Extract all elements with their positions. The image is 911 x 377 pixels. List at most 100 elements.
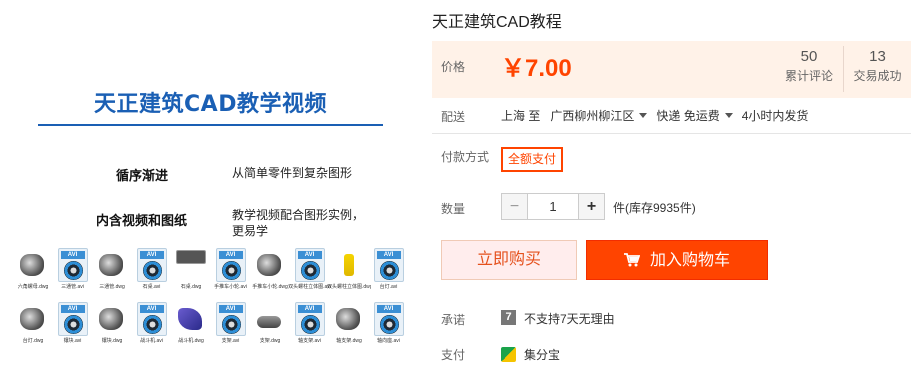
file-thumbnail: AVI 镶块.avi [54, 302, 92, 348]
shipping-method-text: 快递 免运费 [656, 109, 720, 123]
review-count: 50 [800, 48, 818, 65]
file-label: 石桌.avi [142, 284, 161, 290]
cad-drawing-icon [257, 254, 281, 276]
file-label: 战斗机.avi [140, 338, 163, 344]
file-thumbnail: 石桌.dwg [172, 248, 210, 294]
file-thumbnail: AVI 支架.avi [212, 302, 250, 348]
file-label: 石桌.dwg [180, 284, 202, 290]
quantity-decrease-button[interactable]: − [502, 194, 528, 219]
file-thumbnail: 轴支架.dwg [330, 302, 368, 348]
avi-file-icon: AVI [373, 302, 404, 336]
price-label: 价格 [441, 60, 466, 74]
quantity-input[interactable]: 1 [528, 194, 578, 219]
delivery-row: 上海 至 广西柳州柳江区 快递 免运费 4小时内发货 [501, 107, 808, 124]
cad-drawing-icon [99, 254, 123, 276]
file-label: 三通管.dwg [99, 284, 125, 290]
file-thumbnail: 支架.dwg [251, 302, 289, 348]
file-label: 双头螺柱立体图.dwg [327, 284, 371, 290]
file-thumbnail: 台灯.dwg [14, 302, 52, 348]
avi-file-icon: AVI [373, 248, 404, 282]
seven-day-icon: 7 [501, 310, 516, 325]
hero-divider [38, 124, 383, 126]
avi-file-icon: AVI [136, 302, 167, 336]
product-title: 天正建筑CAD教程 [432, 14, 562, 31]
file-label: 六角螺母.dwg [17, 284, 49, 290]
cad-drawing-icon [344, 254, 354, 276]
file-thumbnail: 战斗机.dwg [172, 302, 210, 348]
file-thumbnail: AVI 台灯.avi [370, 248, 408, 294]
payment-option-full[interactable]: 全额支付 [501, 147, 564, 172]
cad-drawing-icon [99, 308, 123, 330]
section-divider [432, 133, 911, 134]
file-label: 镶块.avi [63, 338, 82, 344]
avi-file-icon: AVI [57, 248, 88, 282]
cad-drawing-icon [178, 308, 202, 330]
file-thumbnail: 六角螺母.dwg [14, 248, 52, 294]
add-to-cart-label: 加入购物车 [649, 252, 730, 269]
pay-methods-text: 集分宝 [524, 348, 561, 362]
file-thumbnail: 双头螺柱立体图.dwg [327, 248, 371, 294]
feature-desc-2: 教学视频配合图形实例， 更易学 [232, 208, 365, 238]
file-label: 战斗机.dwg [178, 338, 204, 344]
quantity-label: 数量 [441, 202, 466, 216]
file-label: 双头螺柱立体图.avi [288, 284, 331, 290]
shopping-cart-icon [623, 253, 640, 267]
avi-file-icon: AVI [294, 248, 325, 282]
ship-to-selector[interactable]: 广西柳州柳江区 [550, 107, 656, 124]
file-label: 轴向座.avi [377, 338, 400, 344]
chevron-down-icon [639, 113, 648, 119]
hero-title: 天正建筑CAD教学视频 [94, 92, 327, 117]
pay-methods-label: 支付 [441, 348, 466, 362]
stock-info: 件(库存9935件) [613, 201, 696, 215]
cad-drawing-icon [176, 250, 206, 264]
file-thumbnail: AVI 三通管.avi [54, 248, 92, 294]
payment-label: 付款方式 [441, 150, 490, 164]
add-to-cart-button[interactable]: 加入购物车 [586, 240, 768, 280]
quantity-increase-button[interactable]: + [578, 194, 604, 219]
sales-stats: 50 累计评论 13 交易成功 [775, 46, 911, 92]
cad-drawing-icon [336, 308, 360, 330]
quantity-stepper: − 1 + [501, 193, 605, 220]
avi-file-icon: AVI [57, 302, 88, 336]
feature-title-1: 循序渐进 [116, 169, 169, 184]
cad-drawing-icon [20, 308, 44, 330]
buy-now-button[interactable]: 立即购买 [441, 240, 577, 280]
file-thumbnail: AVI 手推车小轮.avi [212, 248, 250, 294]
file-thumbnail: AVI 轴支架.avi [291, 302, 329, 348]
file-label: 支架.avi [221, 338, 240, 344]
file-label: 手推车小轮.dwg [252, 284, 288, 290]
ship-from: 上海 至 [501, 109, 541, 123]
file-label: 台灯.avi [379, 284, 398, 290]
file-thumbnail: AVI 轴向座.avi [370, 302, 408, 348]
review-count-stat[interactable]: 50 累计评论 [775, 46, 843, 92]
promise-label: 承诺 [441, 313, 466, 327]
avi-file-icon: AVI [215, 302, 246, 336]
avi-file-icon: AVI [136, 248, 167, 282]
file-label: 三通管.avi [61, 284, 84, 290]
transaction-count-caption: 交易成功 [853, 69, 902, 83]
file-label: 轴支架.dwg [336, 338, 362, 344]
file-label: 手推车小轮.avi [214, 284, 247, 290]
shipping-method-selector[interactable]: 快递 免运费 [656, 107, 741, 124]
product-main-image[interactable]: 天正建筑CAD教学视频 循序渐进 从简单零件到复杂图形 内含视频和图纸 教学视频… [0, 0, 420, 377]
ship-time: 4小时内发货 [741, 109, 809, 123]
file-thumbnail: 三通管.dwg [93, 248, 131, 294]
transaction-count: 13 [869, 48, 886, 65]
feature-title-2: 内含视频和图纸 [96, 214, 188, 229]
feature-desc-1: 从简单零件到复杂图形 [232, 166, 353, 180]
jifenbao-icon [501, 347, 516, 362]
avi-file-icon: AVI [294, 302, 325, 336]
promise-text[interactable]: 不支持7天无理由 [524, 310, 615, 327]
transaction-count-stat: 13 交易成功 [843, 46, 911, 92]
delivery-label: 配送 [441, 110, 466, 124]
file-thumbnail: AVI 双头螺柱立体图.avi [288, 248, 331, 294]
ship-to-text: 广西柳州柳江区 [550, 109, 635, 123]
file-label: 台灯.dwg [22, 338, 44, 344]
cad-drawing-icon [257, 316, 281, 328]
chevron-down-icon [724, 113, 733, 119]
file-thumbnail: AVI 战斗机.avi [133, 302, 171, 348]
avi-file-icon: AVI [215, 248, 246, 282]
cad-drawing-icon [20, 254, 44, 276]
price-value: ￥7.00 [501, 55, 572, 82]
file-thumbnail: 手推车小轮.dwg [251, 248, 289, 294]
